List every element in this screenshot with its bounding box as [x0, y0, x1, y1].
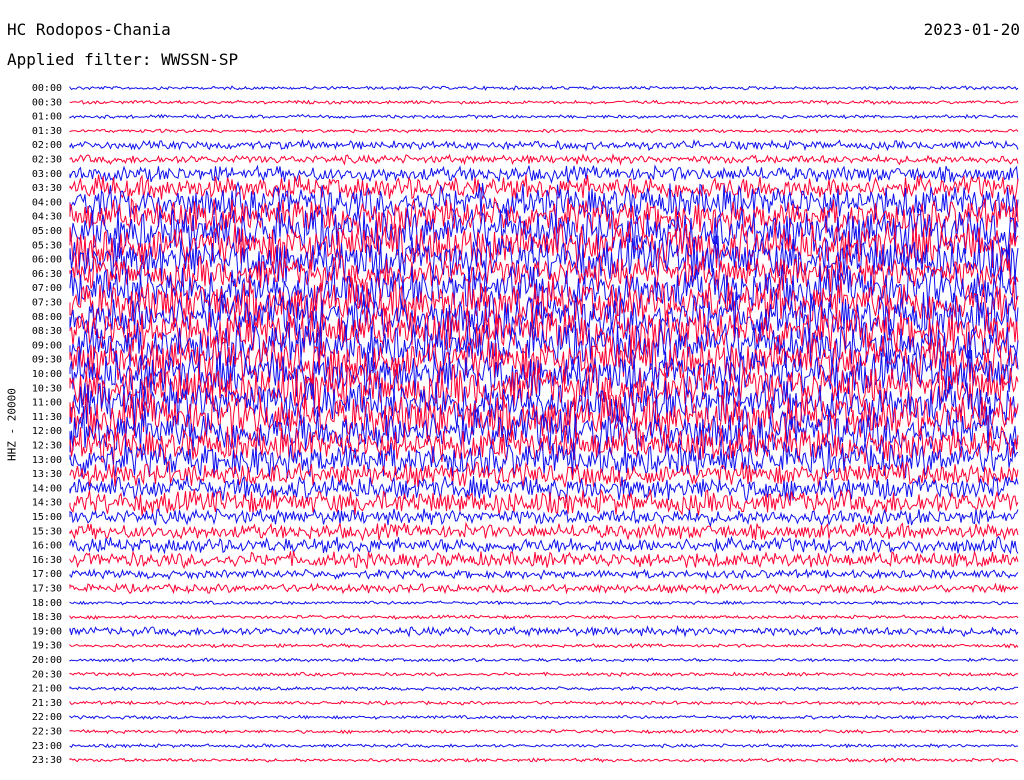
time-tick-label: 18:00 — [32, 598, 62, 609]
time-tick-label: 15:00 — [32, 512, 62, 523]
time-tick-label: 09:30 — [32, 355, 62, 366]
time-tick-label: 23:30 — [32, 755, 62, 766]
seismic-trace-1930 — [69, 642, 1019, 649]
time-tick-label: 23:00 — [32, 741, 62, 752]
time-tick-label: 22:00 — [32, 712, 62, 723]
seismic-trace-1530 — [69, 521, 1019, 542]
time-tick-label: 02:00 — [32, 140, 62, 151]
seismic-trace-2030 — [69, 671, 1019, 678]
time-tick-label: 07:30 — [32, 298, 62, 309]
time-tick-label: 19:30 — [32, 641, 62, 652]
time-tick-label: 11:00 — [32, 398, 62, 409]
seismogram-plot: 00:00 00:30 01:00 01:30 02:00 02:30 03:00 03:30… — [32, 83, 1019, 766]
time-tick-label: 18:30 — [32, 612, 62, 623]
time-tick-label: 10:30 — [32, 383, 62, 394]
time-tick-label: 11:30 — [32, 412, 62, 423]
time-tick-label: 01:00 — [32, 112, 62, 123]
time-tick-label: 07:00 — [32, 283, 62, 294]
seismic-trace-0130 — [69, 128, 1019, 134]
seismic-trace-0200 — [69, 138, 1019, 152]
seismic-trace-1800 — [69, 599, 1019, 606]
time-tick-label: 14:00 — [32, 483, 62, 494]
seismic-trace-0030 — [69, 99, 1019, 106]
seismic-trace-2100 — [69, 685, 1019, 692]
time-tick-label: 19:00 — [32, 626, 62, 637]
time-tick-label: 12:30 — [32, 441, 62, 452]
time-tick-label: 16:30 — [32, 555, 62, 566]
time-tick-label: 05:00 — [32, 226, 62, 237]
seismic-trace-2300 — [69, 743, 1019, 749]
time-tick-label: 21:30 — [32, 698, 62, 709]
seismic-trace-2230 — [69, 728, 1019, 735]
time-tick-label: 02:30 — [32, 155, 62, 166]
seismic-trace-0100 — [69, 113, 1019, 120]
seismic-trace-2000 — [69, 657, 1019, 663]
seismic-trace-2330 — [69, 757, 1019, 764]
time-tick-label: 06:30 — [32, 269, 62, 280]
time-tick-label: 21:00 — [32, 684, 62, 695]
time-tick-label: 08:00 — [32, 312, 62, 323]
time-tick-label: 10:00 — [32, 369, 62, 380]
time-tick-label: 06:00 — [32, 255, 62, 266]
seismic-trace-1730 — [69, 582, 1019, 595]
time-tick-label: 17:30 — [32, 584, 62, 595]
time-tick-label: 03:00 — [32, 169, 62, 180]
time-tick-label: 09:00 — [32, 340, 62, 351]
seismic-trace-1600 — [69, 535, 1019, 555]
time-tick-label: 00:00 — [32, 83, 62, 94]
time-tick-label: 12:00 — [32, 426, 62, 437]
time-tick-label: 14:30 — [32, 498, 62, 509]
seismic-trace-1430 — [69, 488, 1019, 516]
seismic-trace-0230 — [69, 153, 1019, 166]
seismic-trace-1700 — [69, 568, 1019, 581]
time-tick-label: 03:30 — [32, 183, 62, 194]
time-tick-label: 00:30 — [32, 97, 62, 108]
time-tick-label: 20:00 — [32, 655, 62, 666]
seismic-trace-1630 — [69, 550, 1019, 570]
time-tick-label: 16:00 — [32, 541, 62, 552]
time-tick-label: 20:30 — [32, 669, 62, 680]
time-tick-label: 08:30 — [32, 326, 62, 337]
seismic-trace-1830 — [69, 614, 1019, 620]
time-tick-label: 01:30 — [32, 126, 62, 137]
time-tick-label: 05:30 — [32, 240, 62, 251]
time-tick-label: 04:00 — [32, 197, 62, 208]
seismic-trace-0000 — [69, 85, 1019, 91]
time-tick-label: 15:30 — [32, 526, 62, 537]
time-tick-label: 22:30 — [32, 727, 62, 738]
seismic-trace-2130 — [69, 699, 1019, 706]
time-tick-label: 13:30 — [32, 469, 62, 480]
seismic-trace-2200 — [69, 714, 1019, 720]
time-tick-label: 13:00 — [32, 455, 62, 466]
time-tick-label: 04:30 — [32, 212, 62, 223]
seismic-trace-1900 — [69, 624, 1019, 638]
time-tick-label: 17:00 — [32, 569, 62, 580]
seismic-trace-1500 — [69, 508, 1019, 528]
